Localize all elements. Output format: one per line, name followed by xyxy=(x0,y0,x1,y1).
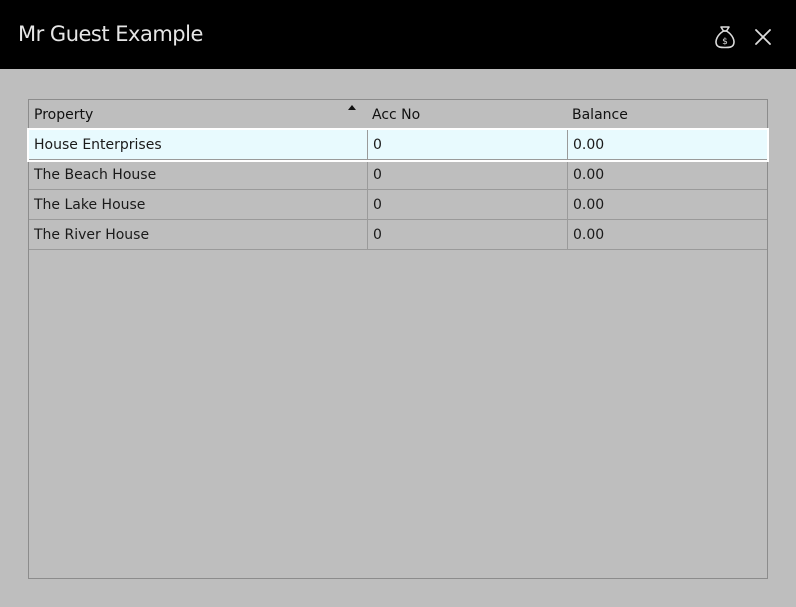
cell-acc-no: 0 xyxy=(367,220,567,249)
sort-ascending-icon xyxy=(348,105,356,110)
money-bag-icon[interactable]: $ xyxy=(711,23,739,51)
cell-balance: 0.00 xyxy=(567,160,767,189)
window-title: Mr Guest Example xyxy=(18,22,203,46)
table-row[interactable]: The River House 0 0.00 xyxy=(29,220,767,250)
column-header-acc-no[interactable]: Acc No xyxy=(367,100,567,129)
cell-property: The Lake House xyxy=(34,197,146,213)
cell-property: The Beach House xyxy=(34,167,157,183)
cell-acc-no: 0 xyxy=(367,130,567,159)
cell-acc-no: 0 xyxy=(367,160,567,189)
close-icon[interactable] xyxy=(751,25,775,49)
cell-balance: 0.00 xyxy=(567,130,767,159)
cell-property: House Enterprises xyxy=(34,137,162,153)
cell-balance: 0.00 xyxy=(567,190,767,219)
grid-header: Property Acc No Balance xyxy=(29,100,767,130)
cell-balance: 0.00 xyxy=(567,220,767,249)
cell-acc-no: 0 xyxy=(367,190,567,219)
column-header-balance[interactable]: Balance xyxy=(567,100,767,129)
cell-property: The River House xyxy=(34,227,150,243)
column-header-property[interactable]: Property xyxy=(29,100,367,129)
table-row[interactable]: House Enterprises 0 0.00 xyxy=(29,130,767,160)
title-bar: Mr Guest Example $ xyxy=(0,0,796,69)
table-row[interactable]: The Beach House 0 0.00 xyxy=(29,160,767,190)
svg-text:$: $ xyxy=(722,37,728,47)
table-row[interactable]: The Lake House 0 0.00 xyxy=(29,190,767,220)
accounts-grid: Property Acc No Balance House Enterprise… xyxy=(28,99,768,579)
